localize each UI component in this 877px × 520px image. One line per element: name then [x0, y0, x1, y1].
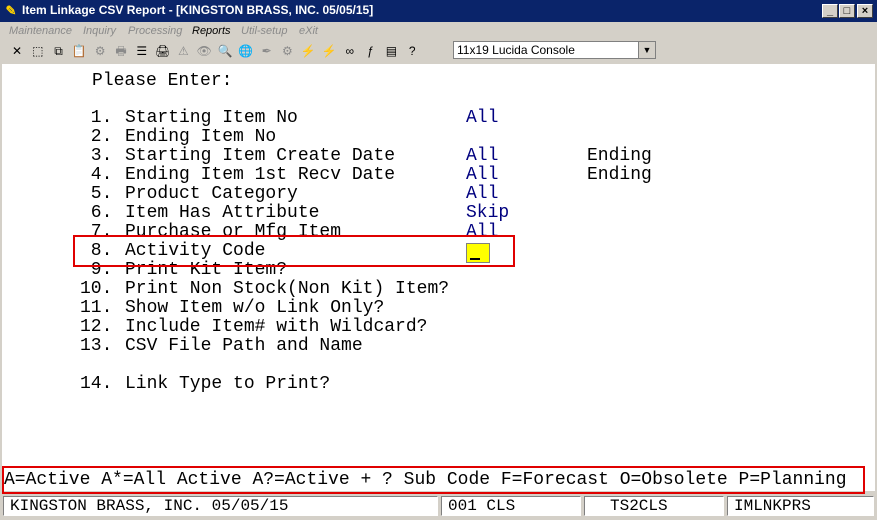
search-icon[interactable]: 🔍	[216, 42, 234, 60]
field-number: 1.	[80, 108, 113, 128]
menu-reports[interactable]: Reports	[192, 25, 231, 37]
status-company-text: KINGSTON BRASS, INC. 05/05/15	[10, 497, 289, 515]
close-icon[interactable]: ✕	[8, 42, 26, 60]
chevron-down-icon[interactable]: ▼	[638, 42, 655, 58]
field-ending-label: Ending	[587, 146, 652, 166]
maximize-button[interactable]: □	[839, 4, 855, 18]
help-line-highlight	[2, 466, 865, 494]
field-label: CSV File Path and Name	[125, 336, 363, 356]
activity-code-highlight	[73, 235, 515, 267]
paste-icon[interactable]: 📋	[70, 42, 88, 60]
activity-code-input[interactable]	[466, 243, 490, 263]
status-company: KINGSTON BRASS, INC. 05/05/15	[3, 496, 438, 516]
field-label: Ending Item 1st Recv Date	[125, 165, 396, 185]
help-icon[interactable]: ?	[403, 42, 421, 60]
select-icon[interactable]: ⬚	[29, 42, 47, 60]
settings-icon[interactable]: ⚙	[91, 42, 109, 60]
field-number: 5.	[80, 184, 113, 204]
field-number: 3.	[80, 146, 113, 166]
field-label: Print Non Stock(Non Kit) Item?	[125, 279, 450, 299]
link-icon[interactable]: ∞	[341, 42, 359, 60]
field-label: Starting Item No	[125, 108, 298, 128]
status-terminal: 001 CLS	[441, 496, 581, 516]
field-number: 12.	[80, 317, 113, 337]
status-terminal-text: 001 CLS	[448, 497, 516, 515]
field-number: 13.	[80, 336, 113, 356]
field-number: 14.	[80, 374, 113, 394]
printer-icon[interactable]: 🖨	[154, 42, 172, 60]
menu-util-setup[interactable]: Util-setup	[241, 25, 287, 37]
gear-icon[interactable]: ⚙	[278, 42, 296, 60]
status-program-text: IMLNKPRS	[734, 497, 811, 515]
field-value: All	[466, 184, 499, 204]
list-icon[interactable]: ☰	[133, 42, 151, 60]
pen-icon[interactable]: ✒	[258, 42, 276, 60]
field-label: Link Type to Print?	[125, 374, 331, 394]
status-server: TS2CLS	[584, 496, 724, 516]
field-label: Ending Item No	[125, 127, 277, 147]
status-bar: KINGSTON BRASS, INC. 05/05/15 001 CLS TS…	[0, 494, 877, 520]
title-bar: ✎ Item Linkage CSV Report - [KINGSTON BR…	[0, 0, 877, 22]
toolbar: ✕ ⬚ ⧉ 📋 ⚙ 🖶 ☰ 🖨 ⚠ 👁 🔍 🌐 ✒ ⚙ ⚡ ⚡ ∞ ƒ ▤?	[0, 40, 877, 62]
document-icon[interactable]: ▤	[382, 42, 400, 60]
minimize-button[interactable]: _	[822, 4, 838, 18]
font-select-value: 11x19 Lucida Console	[457, 43, 575, 57]
close-button[interactable]: ×	[857, 4, 873, 18]
field-number: 4.	[80, 165, 113, 185]
field-number: 2.	[80, 127, 113, 147]
font-select[interactable]: 11x19 Lucida Console ▼	[453, 41, 656, 59]
field-label: Show Item w/o Link Only?	[125, 298, 385, 318]
menu-inquiry[interactable]: Inquiry	[83, 25, 116, 37]
field-number: 10.	[80, 279, 113, 299]
binoculars-icon[interactable]: 👁	[195, 42, 213, 60]
text-cursor	[470, 258, 480, 260]
menu-processing[interactable]: Processing	[128, 25, 182, 37]
function-icon[interactable]: ƒ	[362, 42, 380, 60]
status-server-text: TS2CLS	[610, 497, 668, 515]
alert-icon[interactable]: ⚠	[174, 42, 192, 60]
field-number: 11.	[80, 298, 113, 318]
window-title: Item Linkage CSV Report - [KINGSTON BRAS…	[22, 3, 374, 17]
lightning-icon[interactable]: ⚡	[320, 42, 338, 60]
menu-bar: Maintenance Inquiry Processing Reports U…	[0, 23, 877, 40]
status-program: IMLNKPRS	[727, 496, 874, 516]
field-label: Include Item# with Wildcard?	[125, 317, 428, 337]
field-value: All	[466, 146, 499, 166]
app-pen-icon: ✎	[5, 3, 17, 18]
print-icon[interactable]: 🖶	[112, 42, 130, 60]
prompt-text: Please Enter:	[92, 71, 233, 91]
field-label: Item Has Attribute	[125, 203, 320, 223]
field-label: Product Category	[125, 184, 298, 204]
menu-exit[interactable]: eXit	[299, 25, 318, 37]
field-ending-label: Ending	[587, 165, 652, 185]
field-label: Starting Item Create Date	[125, 146, 396, 166]
field-value: Skip	[466, 203, 510, 223]
field-value: All	[466, 108, 499, 128]
menu-maintenance[interactable]: Maintenance	[9, 25, 72, 37]
copy-icon[interactable]: ⧉	[50, 42, 68, 60]
field-value: All	[466, 165, 499, 185]
lightning-icon[interactable]: ⚡	[299, 42, 317, 60]
field-number: 6.	[80, 203, 113, 223]
globe-icon[interactable]: 🌐	[237, 42, 255, 60]
